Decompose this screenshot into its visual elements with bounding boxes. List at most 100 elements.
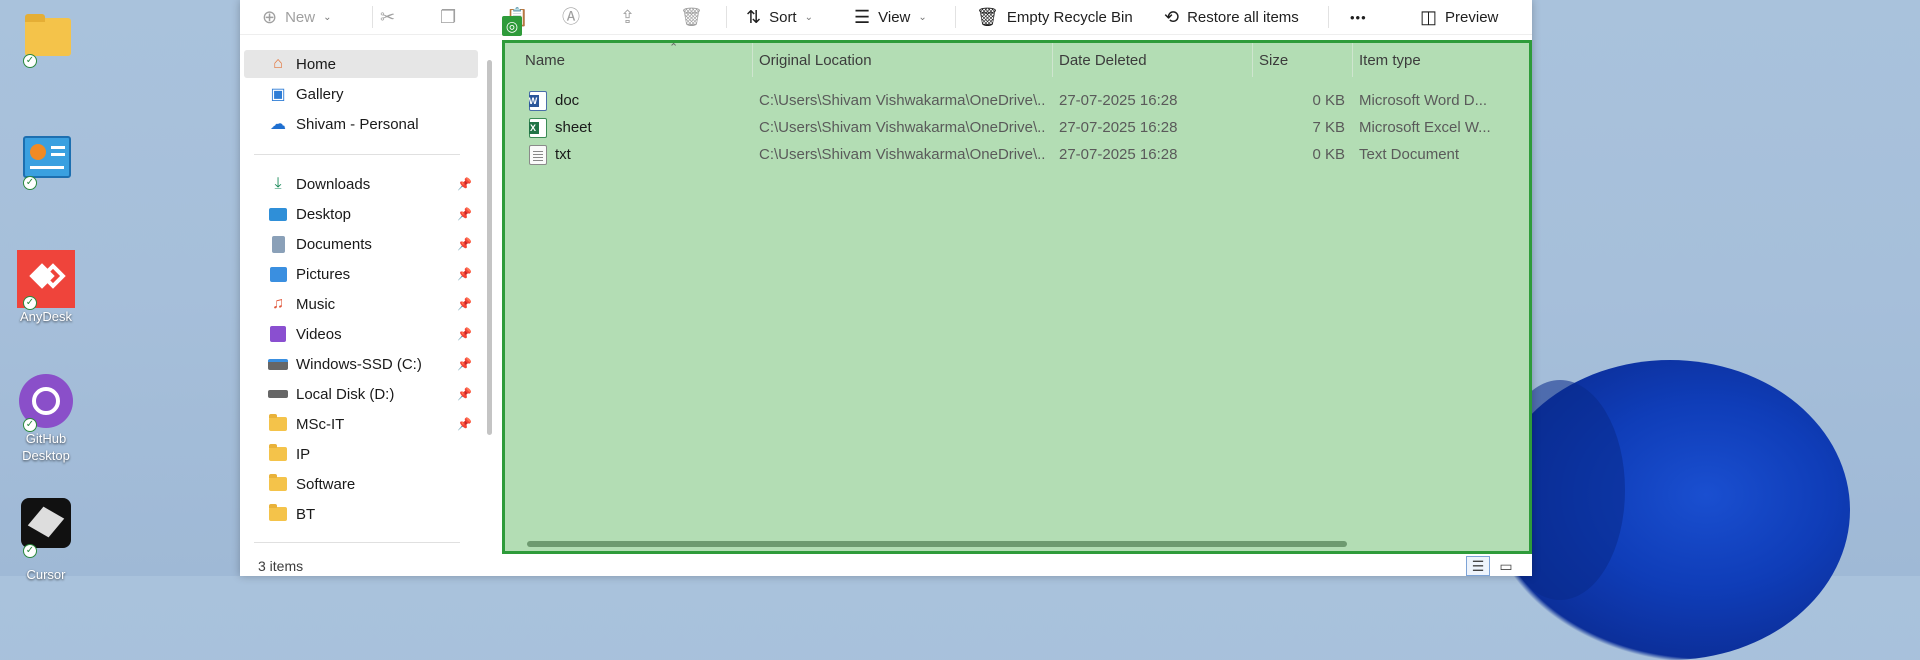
file-explorer-window: ⊕ New ⌄ ✂ ❐ 📋 Ⓐ ⇪ 🗑 ⇅ Sort ⌄ ☰ View ⌄ 🗑 … [240,0,1532,576]
restore-all-button[interactable]: ⟲ Restore all items [1164,0,1299,34]
sync-check-icon: ✓ [23,544,37,558]
drive-icon [268,354,288,374]
sync-check-icon: ✓ [23,176,37,190]
pin-icon[interactable]: 📌 [457,297,472,311]
file-name: txt [555,146,571,163]
column-header-label: Item type [1359,51,1421,69]
table-row[interactable]: sheet C:\Users\Shivam Vishwakarma\OneDri… [505,114,1529,141]
nav-item-msc-it[interactable]: MSc-IT 📌 [244,410,478,438]
copy-icon: ❐ [440,7,457,27]
plus-circle-icon: ⊕ [262,7,278,27]
cell-name: doc [529,87,749,114]
toolbar-separator [1328,6,1329,28]
command-bar: ⊕ New ⌄ ✂ ❐ 📋 Ⓐ ⇪ 🗑 ⇅ Sort ⌄ ☰ View ⌄ 🗑 … [240,0,1532,35]
home-icon: ⌂ [273,55,283,72]
column-header-name[interactable]: Name ⌃ [519,42,753,77]
nav-scrollbar[interactable] [487,60,492,435]
table-row[interactable]: txt C:\Users\Shivam Vishwakarma\OneDrive… [505,141,1529,168]
nav-item-videos[interactable]: Videos 📌 [244,320,478,348]
nav-item-label: Local Disk (D:) [296,385,395,403]
file-list-pane[interactable]: Name ⌃ Original Location Date Deleted Si… [502,40,1532,554]
cut-button[interactable]: ✂ [380,0,395,34]
toolbar-separator [955,6,956,28]
nav-item-bt[interactable]: BT [244,500,478,528]
column-header-label: Name [525,51,566,69]
nav-item-desktop[interactable]: Desktop 📌 [244,200,478,228]
tiles-view-icon: ▭ [1499,557,1513,574]
sort-caret-icon: ⌃ [669,42,679,54]
pin-icon[interactable]: 📌 [457,177,472,191]
nav-item-label: Videos [296,325,342,343]
file-name: sheet [555,119,592,136]
pin-icon[interactable]: 📌 [457,237,472,251]
desktop-icon-anydesk[interactable]: ✓ AnyDesk [10,250,82,325]
nav-item-onedrive[interactable]: ☁ Shivam - Personal [244,110,478,138]
desktop-icon-github[interactable]: ✓ GitHub Desktop [10,372,82,464]
nav-item-ip[interactable]: IP [244,440,478,468]
sync-check-icon: ✓ [23,296,37,310]
nav-item-pictures[interactable]: Pictures 📌 [244,260,478,288]
nav-item-drive-c[interactable]: Windows-SSD (C:) 📌 [244,350,478,378]
rename-button[interactable]: Ⓐ [562,0,580,34]
pin-icon[interactable]: 📌 [457,387,472,401]
pin-icon[interactable]: 📌 [457,327,472,341]
nav-item-documents[interactable]: Documents 📌 [244,230,478,258]
empty-recycle-bin-button[interactable]: 🗑 Empty Recycle Bin [976,0,1133,34]
preview-button[interactable]: ◫ Preview [1420,0,1498,34]
nav-item-gallery[interactable]: ▣ Gallery [244,80,478,108]
nav-item-home[interactable]: ⌂ Home [244,50,478,78]
cell-location: C:\Users\Shivam Vishwakarma\OneDrive\... [759,146,1045,163]
nav-item-label: MSc-IT [296,415,345,433]
column-header-type[interactable]: Item type [1353,43,1529,77]
cell-location: C:\Users\Shivam Vishwakarma\OneDrive\... [759,119,1045,136]
table-row[interactable]: doc C:\Users\Shivam Vishwakarma\OneDrive… [505,87,1529,114]
horizontal-scrollbar[interactable] [527,541,1347,547]
download-icon: ⤓ [274,175,282,192]
desktop-icon-folder[interactable]: ✓ [10,8,82,68]
folder-icon [268,504,288,524]
folder-icon [268,474,288,494]
delete-button[interactable]: 🗑 [680,0,703,34]
share-button[interactable]: ⇪ [620,0,635,34]
nav-item-downloads[interactable]: ⤓ Downloads 📌 [244,170,478,198]
scissors-icon: ✂ [380,7,396,27]
column-header-size[interactable]: Size [1253,43,1353,77]
column-header-label: Original Location [759,51,872,69]
control-panel-icon [23,136,71,178]
nav-item-software[interactable]: Software [244,470,478,498]
cell-date: 27-07-2025 16:28 [1059,92,1178,109]
pin-icon[interactable]: 📌 [457,417,472,431]
chevron-down-icon: ⌄ [323,11,332,23]
pin-icon[interactable]: 📌 [457,207,472,221]
nav-item-drive-d[interactable]: Local Disk (D:) 📌 [244,380,478,408]
restore-all-label: Restore all items [1187,8,1299,26]
details-view-button[interactable]: ☰ [1466,556,1490,576]
toolbar-separator [726,6,727,28]
desktop-icon-control-panel[interactable]: ✓ [10,130,82,190]
cell-name: txt [529,141,749,168]
sort-button[interactable]: ⇅ Sort ⌄ [746,0,813,34]
folder-icon-tab [25,14,45,22]
pin-icon[interactable]: 📌 [457,357,472,371]
cell-name: sheet [529,114,749,141]
nav-item-label: Desktop [296,205,352,223]
gallery-icon: ▣ [270,86,286,103]
cell-size: 0 KB [1312,92,1345,109]
nav-item-label: Music [296,295,336,313]
column-header-date[interactable]: Date Deleted [1053,43,1253,77]
folder-icon [25,18,71,56]
view-button[interactable]: ☰ View ⌄ [854,0,927,34]
tiles-view-button[interactable]: ▭ [1494,556,1518,576]
desktop-icon-cursor[interactable]: ✓ Cursor [10,498,82,583]
more-options-button[interactable]: ••• [1350,0,1367,34]
new-button[interactable]: ⊕ New ⌄ [262,0,332,34]
column-header-location[interactable]: Original Location [753,43,1053,77]
copy-button[interactable]: ❐ [440,0,456,34]
column-header-label: Size [1259,51,1289,69]
pin-icon[interactable]: 📌 [457,267,472,281]
recycle-bin-icon: 🗑 [976,7,999,27]
drive-icon [268,384,288,404]
preview-pane-icon: ◫ [1420,7,1438,27]
nav-item-music[interactable]: ♫ Music 📌 [244,290,478,318]
trash-icon: 🗑 [680,7,703,27]
